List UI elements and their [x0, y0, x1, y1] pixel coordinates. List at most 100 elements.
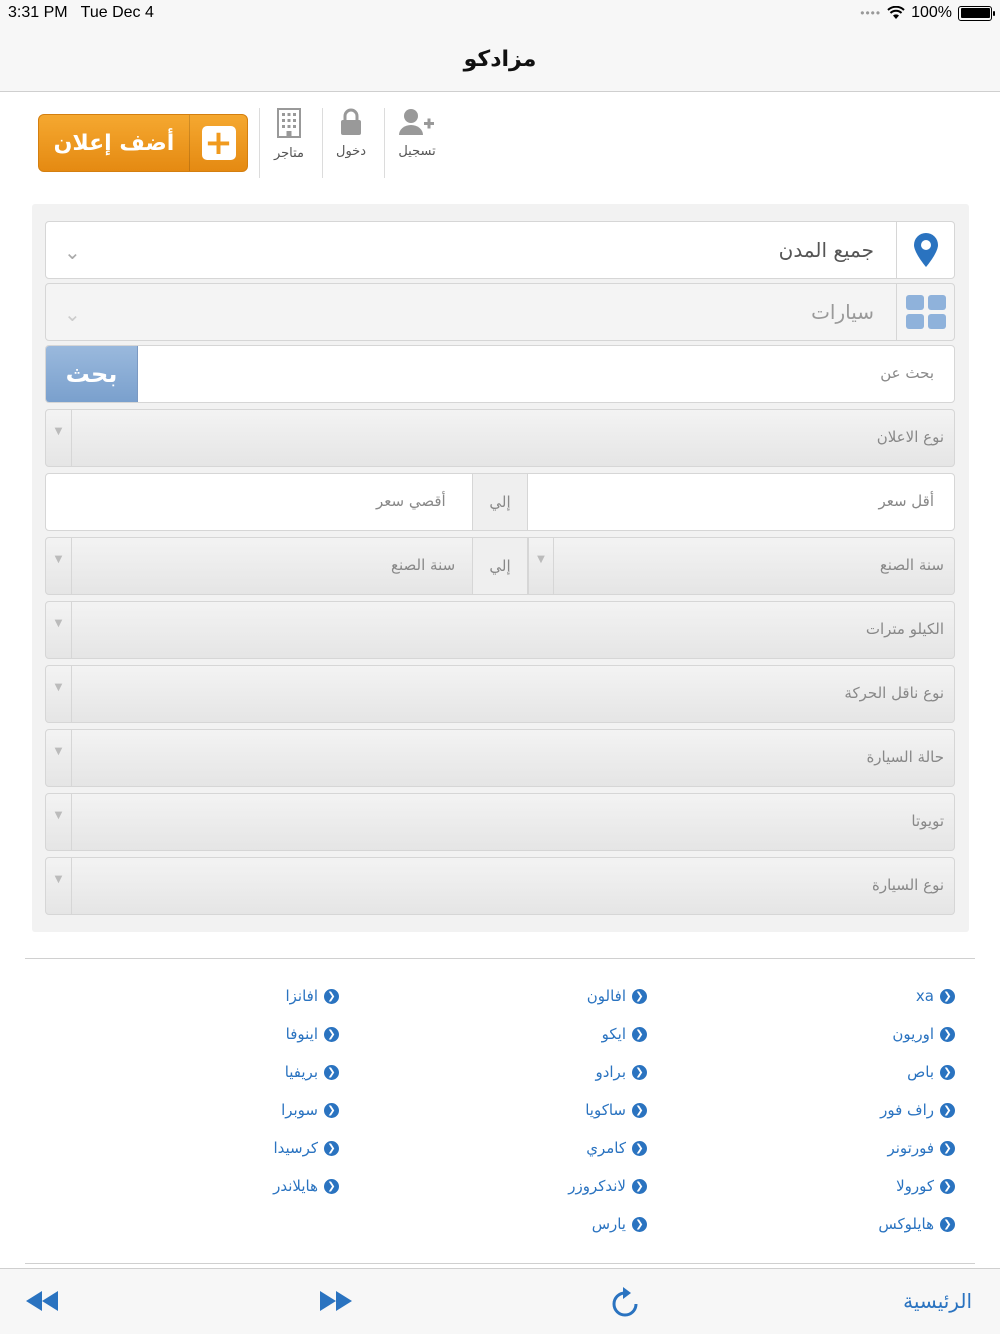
- search-panel: ⌄ جميع المدن ⌄ سيارات بحث بحث عن ▼ نوع ا: [32, 204, 969, 932]
- location-pin-cell: [896, 222, 954, 278]
- grid-cell: [896, 284, 954, 340]
- toolbar-separator: [384, 108, 385, 178]
- model-link[interactable]: ❮ فورتونر: [887, 1139, 955, 1157]
- year-from-select[interactable]: سنة الصنع: [880, 556, 944, 574]
- status-bar: 3:31 PM Tue Dec 4 •••• 100%: [0, 0, 1000, 28]
- register-button[interactable]: تسجيل: [386, 104, 448, 178]
- search-row: بحث بحث عن: [45, 345, 955, 403]
- arrow-left-circle-icon: ❮: [940, 1064, 955, 1080]
- add-ad-label: أضف إعلان: [53, 130, 175, 156]
- arrow-left-circle-icon: ❮: [632, 988, 647, 1004]
- model-link[interactable]: ❮ هايلاندر: [273, 1177, 339, 1195]
- city-value: جميع المدن: [778, 238, 874, 262]
- max-price-input[interactable]: أقصي سعر: [376, 492, 446, 510]
- model-link[interactable]: ❮ ايكو: [602, 1025, 647, 1043]
- dropdown-arrow-icon: ▼: [46, 410, 72, 466]
- year-to-select[interactable]: سنة الصنع: [391, 556, 455, 574]
- model-link[interactable]: ❮ بريفيا: [285, 1063, 339, 1081]
- stores-label: متاجر: [273, 146, 305, 161]
- model-link[interactable]: ❮ ساكويا: [585, 1101, 647, 1119]
- fast-forward-icon[interactable]: [320, 1291, 352, 1311]
- chevron-down-icon: ⌄: [64, 240, 81, 264]
- arrow-left-circle-icon: ❮: [632, 1178, 647, 1194]
- category-value: سيارات: [811, 300, 874, 324]
- arrow-left-circle-icon: ❮: [632, 1102, 647, 1118]
- login-label: دخول: [336, 144, 366, 159]
- year-range-row: ▼ سنة الصنع إلي ▼ سنة الصنع: [45, 537, 955, 595]
- register-label: تسجيل: [398, 144, 436, 159]
- dropdown-arrow-icon: ▼: [46, 666, 72, 722]
- arrow-left-circle-icon: ❮: [324, 1140, 339, 1156]
- dropdown-arrow-icon: ▼: [46, 538, 72, 594]
- chevron-down-icon: ⌄: [64, 302, 81, 326]
- rewind-icon[interactable]: [26, 1291, 58, 1311]
- divider: [25, 1263, 975, 1264]
- condition-select[interactable]: ▼ حالة السيارة: [45, 729, 955, 787]
- model-link[interactable]: ❮ راف فور: [880, 1101, 955, 1119]
- search-input[interactable]: بحث عن: [880, 364, 934, 382]
- arrow-left-circle-icon: ❮: [324, 1178, 339, 1194]
- arrow-left-circle-icon: ❮: [632, 1216, 647, 1232]
- signal-dots-icon: ••••: [860, 6, 882, 20]
- add-ad-button[interactable]: أضف إعلان +: [38, 114, 248, 172]
- ad-type-select[interactable]: ▼ نوع الاعلان: [45, 409, 955, 467]
- min-price-input[interactable]: أقل سعر: [878, 492, 934, 510]
- arrow-left-circle-icon: ❮: [632, 1026, 647, 1042]
- model-link[interactable]: ❮ اوريون: [892, 1025, 955, 1043]
- kilometers-select[interactable]: ▼ الكيلو مترات: [45, 601, 955, 659]
- status-date: Tue Dec 4: [80, 4, 154, 21]
- transmission-select[interactable]: ▼ نوع ناقل الحركة: [45, 665, 955, 723]
- price-range-row: أقصي سعر إلي أقل سعر: [45, 473, 955, 531]
- wifi-icon: [887, 6, 905, 19]
- model-link[interactable]: ❮ افانزا: [285, 987, 339, 1005]
- model-link[interactable]: ❮ كرسيدا: [273, 1139, 339, 1157]
- car-type-value: نوع السيارة: [872, 876, 944, 894]
- dropdown-arrow-icon: ▼: [46, 730, 72, 786]
- brand-select[interactable]: ▼ تويوتا: [45, 793, 955, 851]
- dropdown-arrow-icon: ▼: [46, 602, 72, 658]
- building-icon: [277, 108, 301, 138]
- model-link[interactable]: ❮ سوبرا: [281, 1101, 339, 1119]
- arrow-left-circle-icon: ❮: [324, 988, 339, 1004]
- arrow-left-circle-icon: ❮: [940, 988, 955, 1004]
- car-type-select[interactable]: ▼ نوع السيارة: [45, 857, 955, 915]
- model-link[interactable]: ❮ xa: [916, 987, 955, 1005]
- arrow-left-circle-icon: ❮: [324, 1026, 339, 1042]
- model-link[interactable]: ❮ افالون: [587, 987, 647, 1005]
- category-select[interactable]: ⌄ سيارات: [45, 283, 955, 341]
- dropdown-arrow-icon: ▼: [46, 794, 72, 850]
- model-link[interactable]: ❮ كامري: [586, 1139, 647, 1157]
- model-link[interactable]: ❮ كورولا: [896, 1177, 955, 1195]
- ad-type-value: نوع الاعلان: [876, 428, 944, 446]
- status-indicators: •••• 100%: [860, 4, 995, 22]
- divider: [25, 958, 975, 959]
- model-link[interactable]: ❮ هايلوكس: [878, 1215, 955, 1233]
- dropdown-arrow-icon: ▼: [528, 538, 554, 594]
- bottom-toolbar: الرئيسية: [0, 1268, 1000, 1334]
- dropdown-arrow-icon: ▼: [46, 858, 72, 914]
- arrow-left-circle-icon: ❮: [940, 1140, 955, 1156]
- login-button[interactable]: دخول: [320, 104, 382, 178]
- price-to-label: إلي: [472, 474, 528, 530]
- stores-button[interactable]: متاجر: [258, 104, 320, 178]
- page-title: مزادكو: [463, 47, 537, 72]
- arrow-left-circle-icon: ❮: [632, 1140, 647, 1156]
- arrow-left-circle-icon: ❮: [940, 1216, 955, 1232]
- home-button[interactable]: الرئيسية: [903, 1289, 972, 1313]
- kilometers-value: الكيلو مترات: [865, 620, 944, 638]
- grid-icon: [905, 295, 946, 329]
- arrow-left-circle-icon: ❮: [632, 1064, 647, 1080]
- search-button[interactable]: بحث: [46, 346, 138, 402]
- battery-fill: [960, 8, 990, 18]
- city-select[interactable]: ⌄ جميع المدن: [45, 221, 955, 279]
- arrow-left-circle-icon: ❮: [324, 1102, 339, 1118]
- model-link[interactable]: ❮ يارس: [592, 1215, 647, 1233]
- model-link[interactable]: ❮ برادو: [595, 1063, 647, 1081]
- model-link[interactable]: ❮ لاندكروزر: [568, 1177, 647, 1195]
- transmission-value: نوع ناقل الحركة: [844, 684, 944, 702]
- battery-icon: [958, 5, 995, 21]
- model-link[interactable]: ❮ باص: [907, 1063, 955, 1081]
- refresh-icon[interactable]: [611, 1287, 639, 1317]
- model-link[interactable]: ❮ اينوفا: [286, 1025, 339, 1043]
- battery-percent: 100%: [911, 4, 952, 21]
